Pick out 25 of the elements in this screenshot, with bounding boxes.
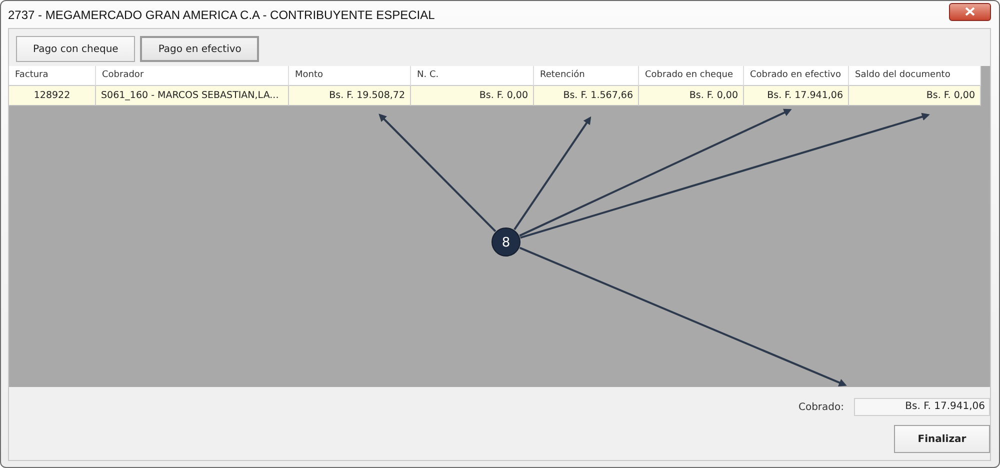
table-cell: Bs. F. 0,00 [639,86,744,106]
column-header[interactable]: Cobrado en cheque [639,66,744,86]
column-header[interactable]: Cobrador [96,66,289,86]
column-header[interactable]: Monto [289,66,411,86]
finalizar-button[interactable]: Finalizar [894,425,990,453]
window-title: 2737 - MEGAMERCADO GRAN AMERICA C.A - CONTRIBUYENTE ESPECIAL [8,8,435,22]
column-header[interactable]: Cobrado en efectivo [744,66,849,86]
toolbar-button[interactable]: Pago con cheque [16,36,136,62]
close-button[interactable] [949,2,991,20]
table-cell: Bs. F. 1.567,66 [534,86,639,106]
table-cell: Bs. F. 17.941,06 [744,86,849,106]
table-cell: S061_160 - MARCOS SEBASTIAN,LA... [96,86,289,106]
close-icon [965,7,975,16]
table-cell: Bs. F. 19.508,72 [289,86,411,106]
column-header[interactable]: Factura [9,66,96,86]
table-cell: Bs. F. 0,00 [411,86,534,106]
cobrado-field: Bs. F. 17.941,06 [854,398,990,416]
cobrado-label: Cobrado: [798,402,844,412]
column-header[interactable]: Saldo del documento [849,66,981,86]
column-header[interactable]: N. C. [411,66,534,86]
table-cell: 128922 [9,86,96,106]
table-cell: Bs. F. 0,00 [849,86,981,106]
callout-badge: 8 [492,228,520,256]
column-header[interactable]: Retención [534,66,639,86]
toolbar-button[interactable]: Pago en efectivo [140,36,260,62]
